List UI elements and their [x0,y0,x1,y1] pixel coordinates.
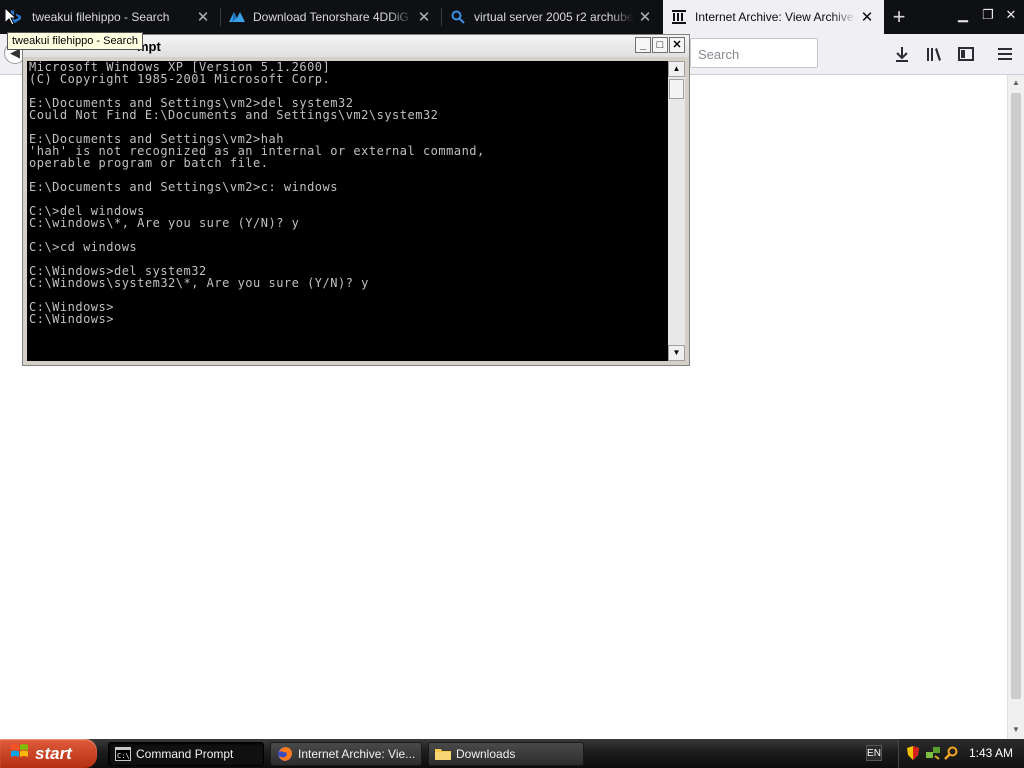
taskbar-item-firefox[interactable]: Internet Archive: Vie... [270,742,422,766]
restore-window-button[interactable]: ❐ [977,4,999,26]
security-shield-icon[interactable] [905,745,921,761]
taskbar-item-label: Internet Archive: Vie... [298,747,416,761]
tab-title: virtual server 2005 r2 archube - [474,10,634,24]
console-line: E:\Documents and Settings\vm2>c: windows [29,180,338,194]
scroll-up-icon[interactable]: ▲ [1011,78,1021,88]
tab-title: Download Tenorshare 4DDiG 2.5 [253,10,413,24]
network-icon[interactable] [925,745,941,761]
console-line: C:\Windows\system32\*, Are you sure (Y/N… [29,276,369,290]
tab-title: tweakui filehippo - Search [32,10,170,24]
search-placeholder: Search [698,47,740,62]
folder-icon [435,746,451,762]
sidebar-icon[interactable] [955,43,977,65]
page-scrollbar[interactable]: ▲ ▼ [1007,75,1024,739]
taskbar: start C:\ Command Prompt Internet Archiv… [0,739,1024,768]
menu-icon[interactable] [994,43,1016,65]
console-line: C:\Windows> [29,312,114,326]
mouse-cursor-icon [4,6,18,31]
browser-tab-strip: tweakui filehippo - Search ✕ Download Te… [0,0,1024,34]
cmd-icon: C:\ [115,746,131,762]
cmd-minimize-button[interactable]: _ [635,37,651,53]
windows-flag-icon [11,743,29,764]
downloads-icon[interactable] [891,43,913,65]
console-line: C:\>cd windows [29,240,138,254]
tenorshare-icon [229,9,245,25]
library-icon[interactable] [923,43,945,65]
system-tray: 1:43 AM [898,739,1024,768]
start-label: start [35,743,72,763]
clock[interactable]: 1:43 AM [969,746,1013,760]
language-indicator[interactable]: EN [866,745,882,761]
search-icon[interactable] [943,745,959,761]
console-line: Could Not Find E:\Documents and Settings… [29,108,439,122]
cmd-close-button[interactable]: ✕ [669,37,685,53]
console-scroll-down-icon[interactable]: ▼ [668,345,685,361]
search-icon [450,9,466,25]
cmd-maximize-button[interactable]: □ [652,37,668,53]
scroll-down-icon[interactable]: ▼ [1011,725,1021,735]
console-scroll-up-icon[interactable]: ▲ [668,61,685,77]
tab-virtual-server-search[interactable]: virtual server 2005 r2 archube - ✕ [442,0,662,34]
tab-tenorshare[interactable]: Download Tenorshare 4DDiG 2.5 ✕ [221,0,441,34]
tab-tweakui-search[interactable]: tweakui filehippo - Search ✕ [0,0,220,34]
close-tab-icon[interactable]: ✕ [413,6,435,28]
command-prompt-window[interactable]: mpt _ □ ✕ Microsoft Windows XP [Version … [22,34,690,366]
tab-title: Internet Archive: View Archive [695,10,854,24]
close-window-button[interactable]: ✕ [1000,4,1022,26]
console-line: operable program or batch file. [29,156,269,170]
console-line: C:\windows\*, Are you sure (Y/N)? y [29,216,300,230]
console-output[interactable]: Microsoft Windows XP [Version 5.1.2600] … [27,61,668,361]
search-input[interactable]: Search [690,38,818,68]
scrollbar-thumb[interactable] [1011,93,1021,699]
minimize-window-button[interactable]: ▁ [952,4,974,26]
close-tab-icon[interactable]: ✕ [192,6,214,28]
start-button[interactable]: start [0,739,97,768]
close-tab-icon[interactable]: ✕ [856,6,878,28]
tab-tooltip: tweakui filehippo - Search [7,32,143,50]
tab-internet-archive[interactable]: Internet Archive: View Archive ✕ [663,0,884,34]
console-scrollbar[interactable]: ▲ ▼ [668,61,685,361]
firefox-icon [277,746,293,762]
console-line: (C) Copyright 1985-2001 Microsoft Corp. [29,72,331,86]
new-tab-button[interactable]: + [886,4,912,30]
console-scroll-thumb[interactable] [669,79,684,99]
taskbar-item-downloads[interactable]: Downloads [428,742,584,766]
archive-icon [671,9,687,25]
taskbar-item-label: Downloads [456,747,516,761]
svg-text:C:\: C:\ [117,752,130,760]
taskbar-item-command-prompt[interactable]: C:\ Command Prompt [108,742,264,766]
taskbar-item-label: Command Prompt [136,747,234,761]
close-tab-icon[interactable]: ✕ [634,6,656,28]
